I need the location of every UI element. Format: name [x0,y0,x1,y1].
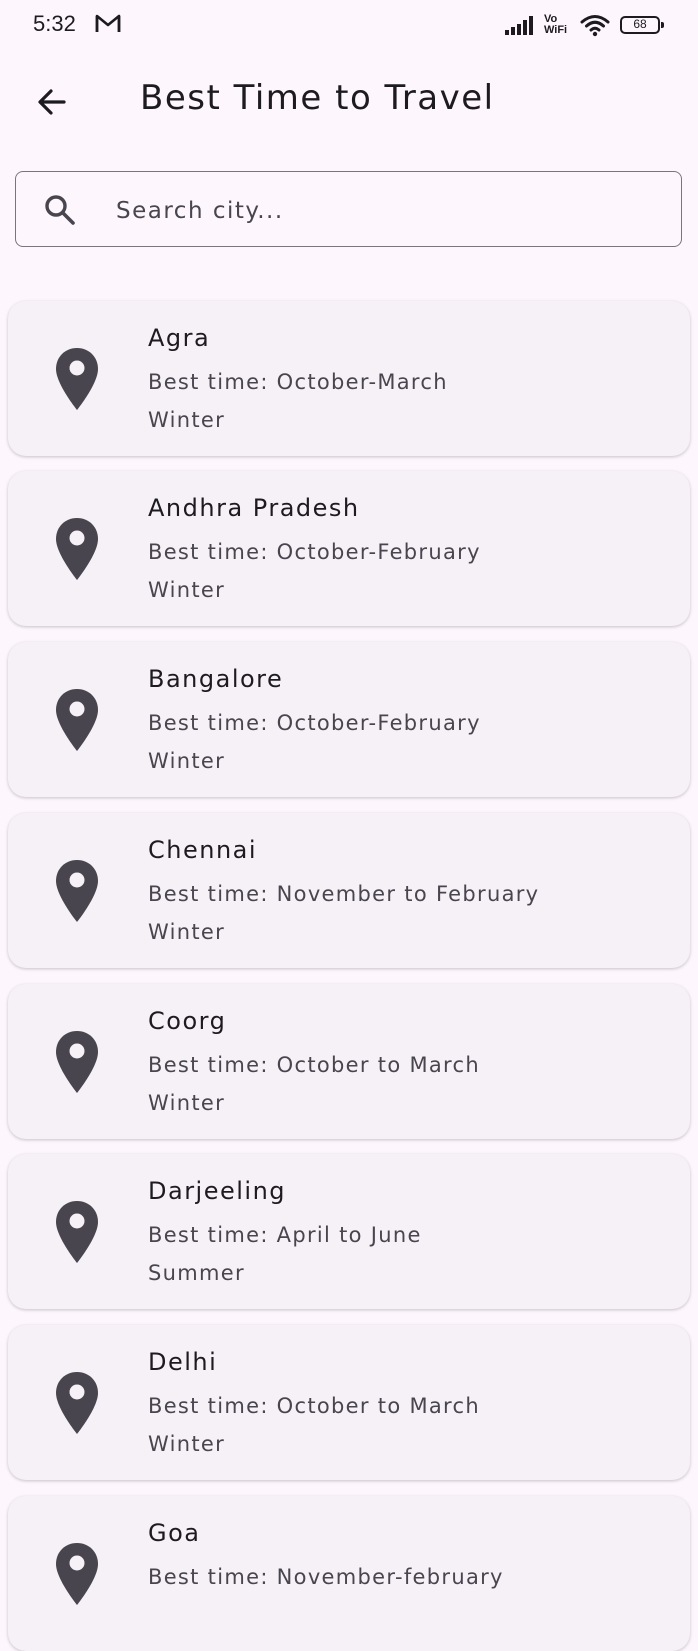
city-name: Darjeeling [148,1177,287,1205]
back-button[interactable] [30,80,74,124]
vowifi-bottom: WiFi [544,24,568,36]
location-pin-icon [56,860,98,922]
city-season: Winter [148,578,226,602]
city-season: Winter [148,408,226,432]
location-pin-icon [56,1031,98,1093]
city-name: Goa [148,1519,201,1547]
city-card-delhi[interactable]: Delhi Best time: October to March Winter [8,1325,690,1480]
location-pin-icon [56,1372,98,1434]
city-season: Winter [148,749,226,773]
location-pin-icon [56,518,98,580]
city-name: Chennai [148,836,258,864]
signal-icon [505,16,533,35]
search-box[interactable] [15,171,682,247]
city-card-coorg[interactable]: Coorg Best time: October to March Winter [8,984,690,1139]
city-name: Agra [148,324,211,352]
city-card-darjeeling[interactable]: Darjeeling Best time: April to June Summ… [8,1154,690,1309]
location-pin-icon [56,1201,98,1263]
city-best-time: Best time: October to March [148,1053,480,1077]
city-card-agra[interactable]: Agra Best time: October-March Winter [8,301,690,456]
battery-level: 68 [633,17,647,31]
city-name: Andhra Pradesh [148,494,360,522]
city-card-bangalore[interactable]: Bangalore Best time: October-February Wi… [8,642,690,797]
city-card-chennai[interactable]: Chennai Best time: November to February … [8,813,690,968]
arrow-left-icon [38,89,66,115]
location-pin-icon [56,689,98,751]
city-card-goa[interactable]: Goa Best time: November-february [8,1496,690,1651]
battery-icon: 68 [620,16,664,34]
status-time: 5:32 [33,11,76,36]
gmail-icon [95,14,121,32]
search-input[interactable] [114,190,658,232]
status-icons: Vo WiFi 68 [504,10,664,40]
app-bar: Best Time to Travel [0,56,698,148]
vowifi-label: Vo WiFi [544,14,574,36]
wifi-icon [580,15,610,37]
city-name: Coorg [148,1007,227,1035]
city-season: Summer [148,1261,245,1285]
city-best-time: Best time: April to June [148,1223,422,1247]
city-card-andhra-pradesh[interactable]: Andhra Pradesh Best time: October-Februa… [8,471,690,626]
city-best-time: Best time: October-March [148,370,448,394]
city-best-time: Best time: November-february [148,1565,504,1589]
city-season: Winter [148,1091,226,1115]
status-bar: 5:32 Vo WiFi 68 [0,0,698,52]
page-title: Best Time to Travel [140,78,495,118]
location-pin-icon [56,348,98,410]
city-best-time: Best time: October-February [148,540,481,564]
location-pin-icon [56,1543,98,1605]
city-name: Bangalore [148,665,284,693]
city-best-time: Best time: November to February [148,882,540,906]
city-season: Winter [148,920,226,944]
city-season: Winter [148,1432,226,1456]
city-best-time: Best time: October-February [148,711,481,735]
search-icon [45,195,75,225]
city-name: Delhi [148,1348,218,1376]
city-best-time: Best time: October to March [148,1394,480,1418]
